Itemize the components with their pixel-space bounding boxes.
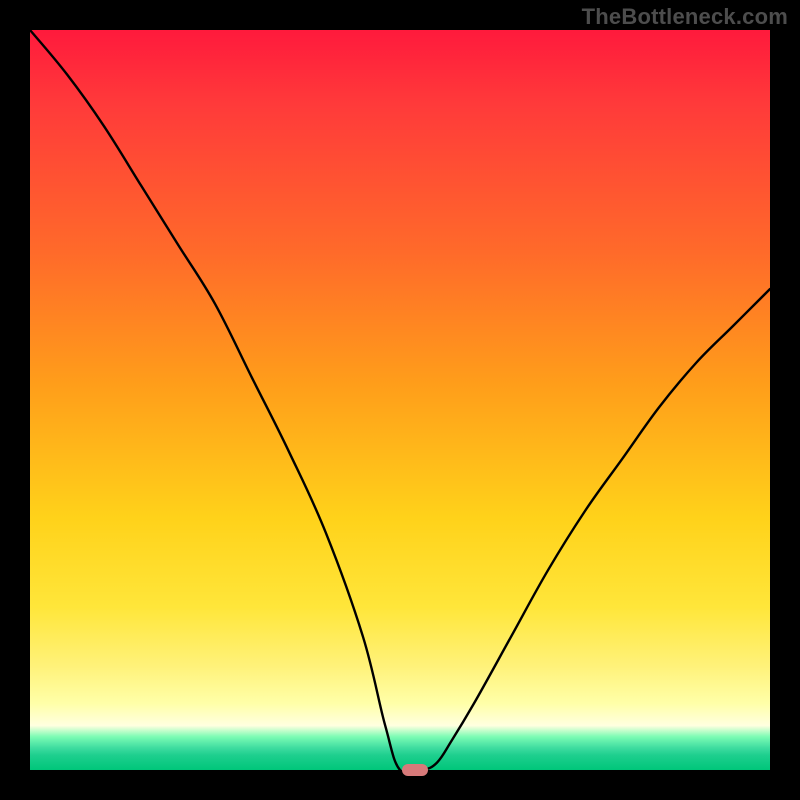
chart-frame: TheBottleneck.com	[0, 0, 800, 800]
watermark-text: TheBottleneck.com	[582, 4, 788, 30]
bottleneck-curve	[30, 30, 770, 770]
plot-area	[30, 30, 770, 770]
optimum-marker	[402, 764, 428, 776]
